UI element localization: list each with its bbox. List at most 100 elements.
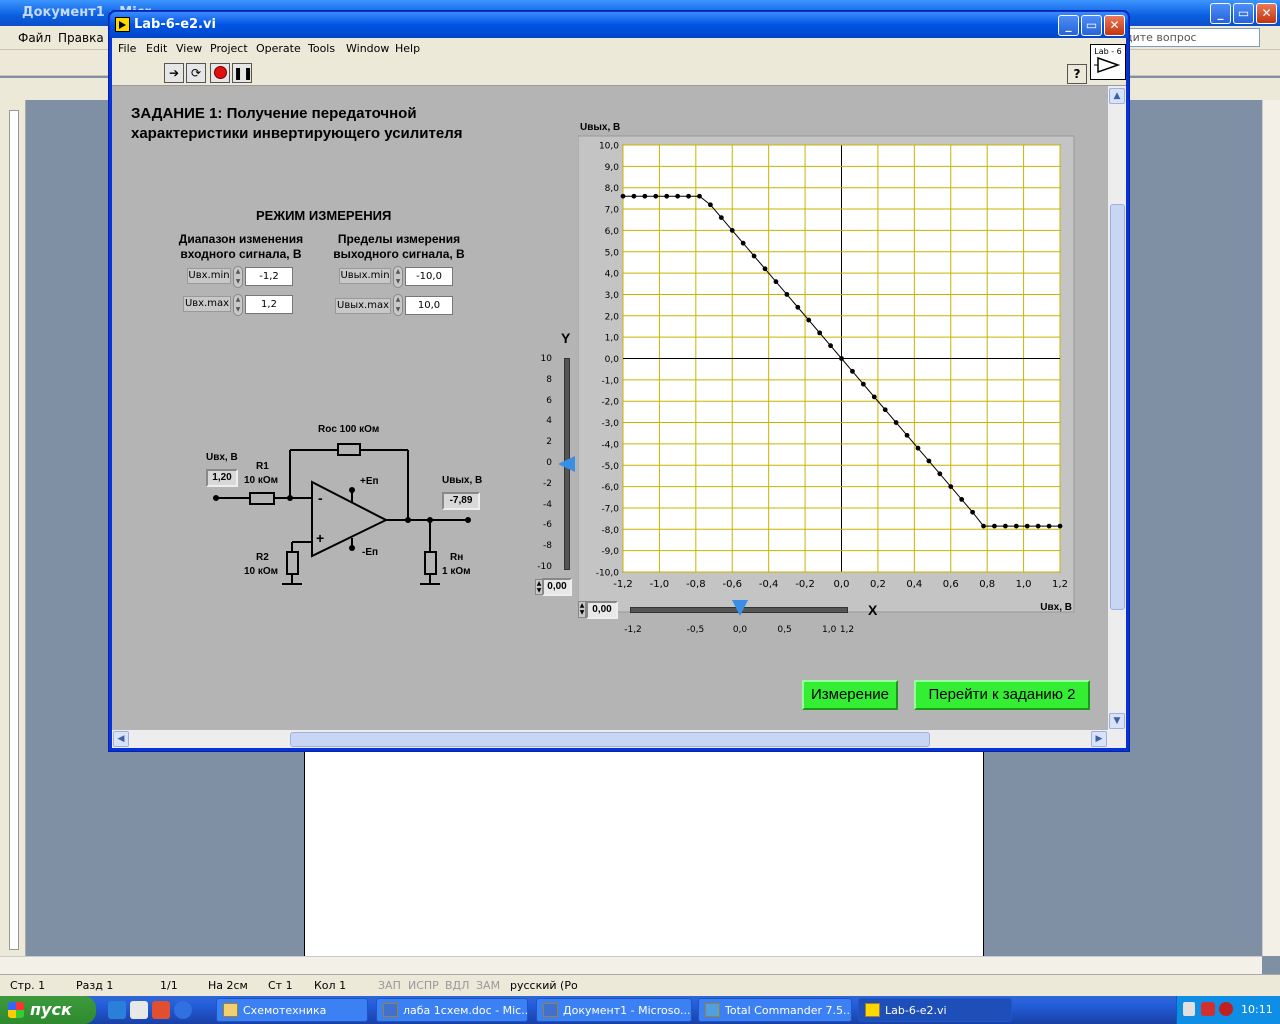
status-ovr[interactable]: ЗАМ [476,979,500,992]
uout-max-input[interactable]: 10,0 [405,296,453,315]
tray-clock: 10:11 [1241,1003,1273,1016]
menu-tools[interactable]: Tools [308,42,335,55]
run-arrow-icon[interactable]: ➔ [164,63,184,83]
y-slider-tick-label: -6 [543,520,552,531]
status-section: Разд 1 [76,979,114,992]
menu-edit[interactable]: Edit [146,42,167,55]
uin-max-increment[interactable]: ▲ ▼ [233,294,243,316]
r2-value: 10 кОм [244,566,279,577]
r2-name: R2 [256,552,269,563]
context-help-button[interactable]: ? [1067,64,1087,84]
uout-min-increment[interactable]: ▲ ▼ [393,266,403,288]
quicklaunch-notepad-icon[interactable] [130,1001,148,1019]
status-page: Стр. 1 [10,979,46,992]
x-slider-tick-label: -0,5 [686,625,705,635]
tray-network-icon[interactable] [1201,1002,1215,1016]
task-title-line1: ЗАДАНИЕ 1: Получение передаточной [131,105,417,122]
menu-project[interactable]: Project [210,42,248,55]
y-slider-tick-label: -10 [537,562,552,572]
tray-security-icon[interactable] [1219,1002,1233,1016]
word-horizontal-scrollbar[interactable] [0,956,1262,974]
labview-minimize-button[interactable]: _ [1058,15,1079,36]
uin-min-increment[interactable]: ▲ ▼ [233,266,243,288]
taskbar-item-word-doc2[interactable]: Документ1 - Microso... [536,998,692,1022]
word-vertical-scrollbar[interactable] [1262,100,1280,956]
status-trk[interactable]: ИСПР [408,979,439,992]
abort-stop-icon[interactable] [210,63,230,83]
word-ask-question-input[interactable]: дите вопрос [1120,28,1260,47]
uin-min-input[interactable]: -1,2 [245,267,293,286]
word-doc-icon [383,1003,398,1017]
word-close-button[interactable]: ✕ [1256,3,1277,24]
menu-view[interactable]: View [176,42,202,55]
uout-min-input[interactable]: -10,0 [405,267,453,286]
x-tick-label: 1,0 [1016,579,1032,590]
word-document-page[interactable] [304,752,984,956]
y-axis-label: Uвых, В [580,122,620,133]
data-point [1024,523,1030,529]
x-slider-thumb[interactable] [732,600,748,616]
rn-name: Rн [450,552,464,563]
menu-help[interactable]: Help [395,42,420,55]
panel-horizontal-scroll-thumb[interactable] [290,732,930,747]
quicklaunch-ie-icon[interactable] [174,1001,192,1019]
y-slider-value[interactable]: 0,00 [542,578,572,596]
y-slider-tick-label: 6 [546,395,552,406]
scroll-up-icon[interactable]: ▲ [1109,88,1125,104]
word-maximize-button[interactable]: ▭ [1233,3,1254,24]
uin-indicator: 1,20 [206,469,238,487]
y-tick-label: 4,0 [605,270,620,280]
menu-file[interactable]: File [118,42,136,55]
x-slider-label: X [868,602,878,618]
status-at: На 2см [208,979,248,992]
tray-chevron-icon[interactable] [1183,1002,1195,1016]
uout-max-label: Uвых.max [335,298,391,314]
labview-vi-icon [115,17,130,32]
labview-title-bar[interactable]: Lab-6-e2.vi _ ▭ ✕ [110,12,1128,38]
scroll-down-icon[interactable]: ▼ [1109,713,1125,729]
quicklaunch-desktop-icon[interactable] [108,1001,126,1019]
scroll-left-icon[interactable]: ◀ [113,731,129,747]
uin-min-label: Uвх.min [187,268,231,284]
word-menu-edit[interactable]: Правка [58,31,104,45]
taskbar-item-labview[interactable]: Lab-6-e2.vi [858,998,1012,1022]
taskbar-item-word-doc1[interactable]: лаба 1схем.doc - Mic... [376,998,528,1022]
quicklaunch-app-icon[interactable] [152,1001,170,1019]
data-point [1046,523,1052,529]
x-slider-value[interactable]: 0,00 [586,601,618,619]
scroll-right-icon[interactable]: ▶ [1091,731,1107,747]
y-slider-tick-label: 0 [546,458,552,468]
x-slider-increment[interactable]: ▲ ▼ [578,601,586,618]
data-point [959,497,965,502]
pause-icon[interactable]: ❚❚ [232,63,253,83]
word-menu-file[interactable]: Файл [18,31,51,45]
y-tick-label: -5,0 [601,462,619,472]
vi-connector-icon: Lab - 6 [1090,44,1126,80]
data-point [806,317,812,323]
measure-button[interactable]: Измерение [802,680,898,710]
y-tick-label: 6,0 [605,227,620,237]
uin-max-input[interactable]: 1,2 [245,295,293,314]
labview-maximize-button[interactable]: ▭ [1081,15,1102,36]
status-rec[interactable]: ЗАП [378,979,401,992]
y-slider-thumb[interactable] [558,456,575,472]
data-point [937,471,943,477]
labview-close-button[interactable]: ✕ [1104,15,1125,36]
data-point [981,523,986,529]
data-point [740,240,746,246]
taskbar-item-folder[interactable]: Схемотехника [216,998,368,1022]
next-task-button[interactable]: Перейти к заданию 2 [914,680,1090,710]
r1-name: R1 [256,461,269,472]
y-tick-label: 2,0 [605,312,620,322]
taskbar-item-total-commander[interactable]: Total Commander 7.5... [698,998,852,1022]
panel-vertical-scroll-thumb[interactable] [1110,204,1125,610]
menu-window[interactable]: Window [346,42,389,55]
system-tray: 10:11 [1176,996,1280,1024]
menu-operate[interactable]: Operate [256,42,301,55]
uout-max-increment[interactable]: ▲ ▼ [393,294,403,316]
run-continuously-icon[interactable]: ⟳ [186,63,206,83]
word-minimize-button[interactable]: _ [1210,3,1231,24]
status-ext[interactable]: ВДЛ [445,979,469,992]
word-doc-icon [543,1003,558,1017]
labview-window-title: Lab-6-e2.vi [134,17,216,32]
